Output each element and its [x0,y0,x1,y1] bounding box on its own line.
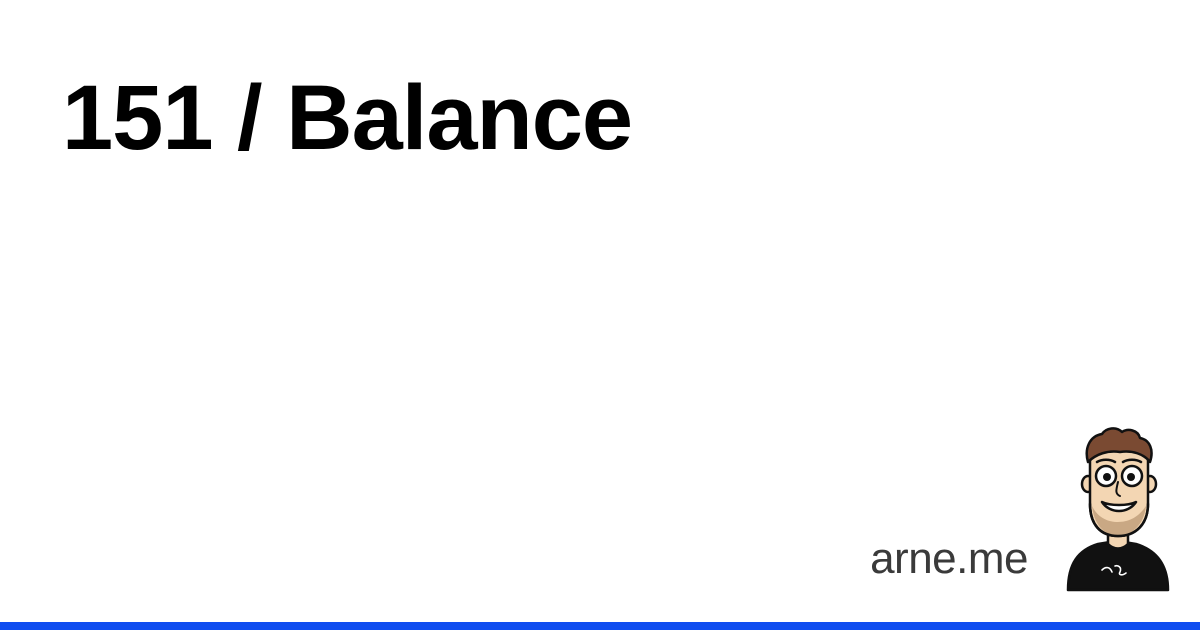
cartoon-portrait-avatar-icon [1066,427,1170,592]
page-title: 151 / Balance [62,67,633,169]
bottom-accent-bar [0,622,1200,630]
avatar [1066,427,1170,592]
site-name: arne.me [870,534,1028,583]
